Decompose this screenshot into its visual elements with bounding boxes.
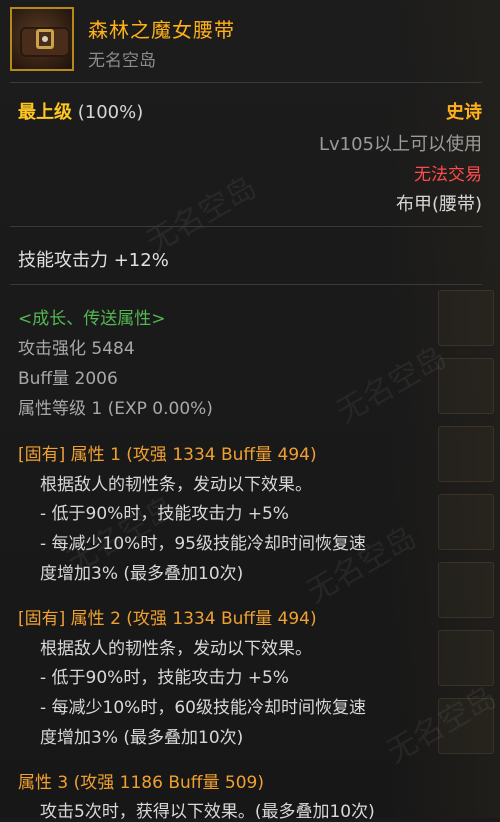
- rarity-label: 史诗: [446, 102, 482, 123]
- option-2-line: - 每减少10%时，60级技能冷却时间恢复速: [40, 698, 366, 718]
- option-1-line: - 低于90%时，技能攻击力 +5%: [40, 504, 289, 524]
- watermark: 无名空岛: [331, 339, 453, 431]
- inventory-slot: [438, 358, 494, 414]
- inventory-slot: [438, 630, 494, 686]
- option-1-line: 根据敌人的韧性条，发动以下效果。: [40, 475, 312, 495]
- item-tooltip: 无名空岛 无名空岛 无名空岛 无名空岛 无名空岛 森林之魔女腰带 无名空岛 最上…: [0, 0, 500, 822]
- level-requirement: Lv105以上可以使用: [318, 134, 482, 155]
- trade-status: 无法交易: [414, 165, 482, 185]
- item-type: 布甲(腰带): [395, 194, 482, 215]
- skill-attack-stat: 技能攻击力 +12%: [18, 250, 169, 271]
- inventory-slot: [438, 494, 494, 550]
- growth-title: <成长、传送属性>: [18, 309, 166, 329]
- option-2-line: 度增加3% (最多叠加10次): [40, 728, 244, 748]
- option-1-title: [固有] 属性 1 (攻强 1334 Buff量 494): [18, 445, 317, 465]
- divider: [10, 226, 482, 227]
- option-2-title: [固有] 属性 2 (攻强 1334 Buff量 494): [18, 609, 317, 629]
- option-2-line: 根据敌人的韧性条，发动以下效果。: [40, 639, 312, 659]
- item-tier: 最上级 (100%): [18, 98, 143, 124]
- inventory-slot: [438, 290, 494, 346]
- attribute-level-stat: 属性等级 1 (EXP 0.00%): [18, 399, 213, 419]
- inventory-slot: [438, 698, 494, 754]
- buff-amount-stat: Buff量 2006: [18, 369, 118, 389]
- tooltip-header: 森林之魔女腰带 无名空岛: [0, 0, 500, 80]
- option-3-line: 攻击5次时，获得以下效果。(最多叠加10次): [40, 802, 375, 822]
- divider: [10, 82, 482, 83]
- option-2-line: - 低于90%时，技能攻击力 +5%: [40, 668, 289, 688]
- inventory-slot: [438, 562, 494, 618]
- option-1-line: - 每减少10%时，95级技能冷却时间恢复速: [40, 534, 366, 554]
- attack-strength-stat: 攻击强化 5484: [18, 339, 135, 359]
- tier-percent: (100%): [77, 102, 144, 123]
- option-1-line: 度增加3% (最多叠加10次): [40, 564, 244, 584]
- tier-label: 最上级: [18, 102, 72, 123]
- divider: [10, 284, 482, 285]
- inventory-slot: [438, 426, 494, 482]
- option-3-title: 属性 3 (攻强 1186 Buff量 509): [18, 773, 264, 793]
- item-name: 森林之魔女腰带: [88, 18, 235, 42]
- item-source: 无名空岛: [88, 51, 156, 71]
- belt-icon: [10, 7, 74, 71]
- watermark: 无名空岛: [301, 519, 423, 611]
